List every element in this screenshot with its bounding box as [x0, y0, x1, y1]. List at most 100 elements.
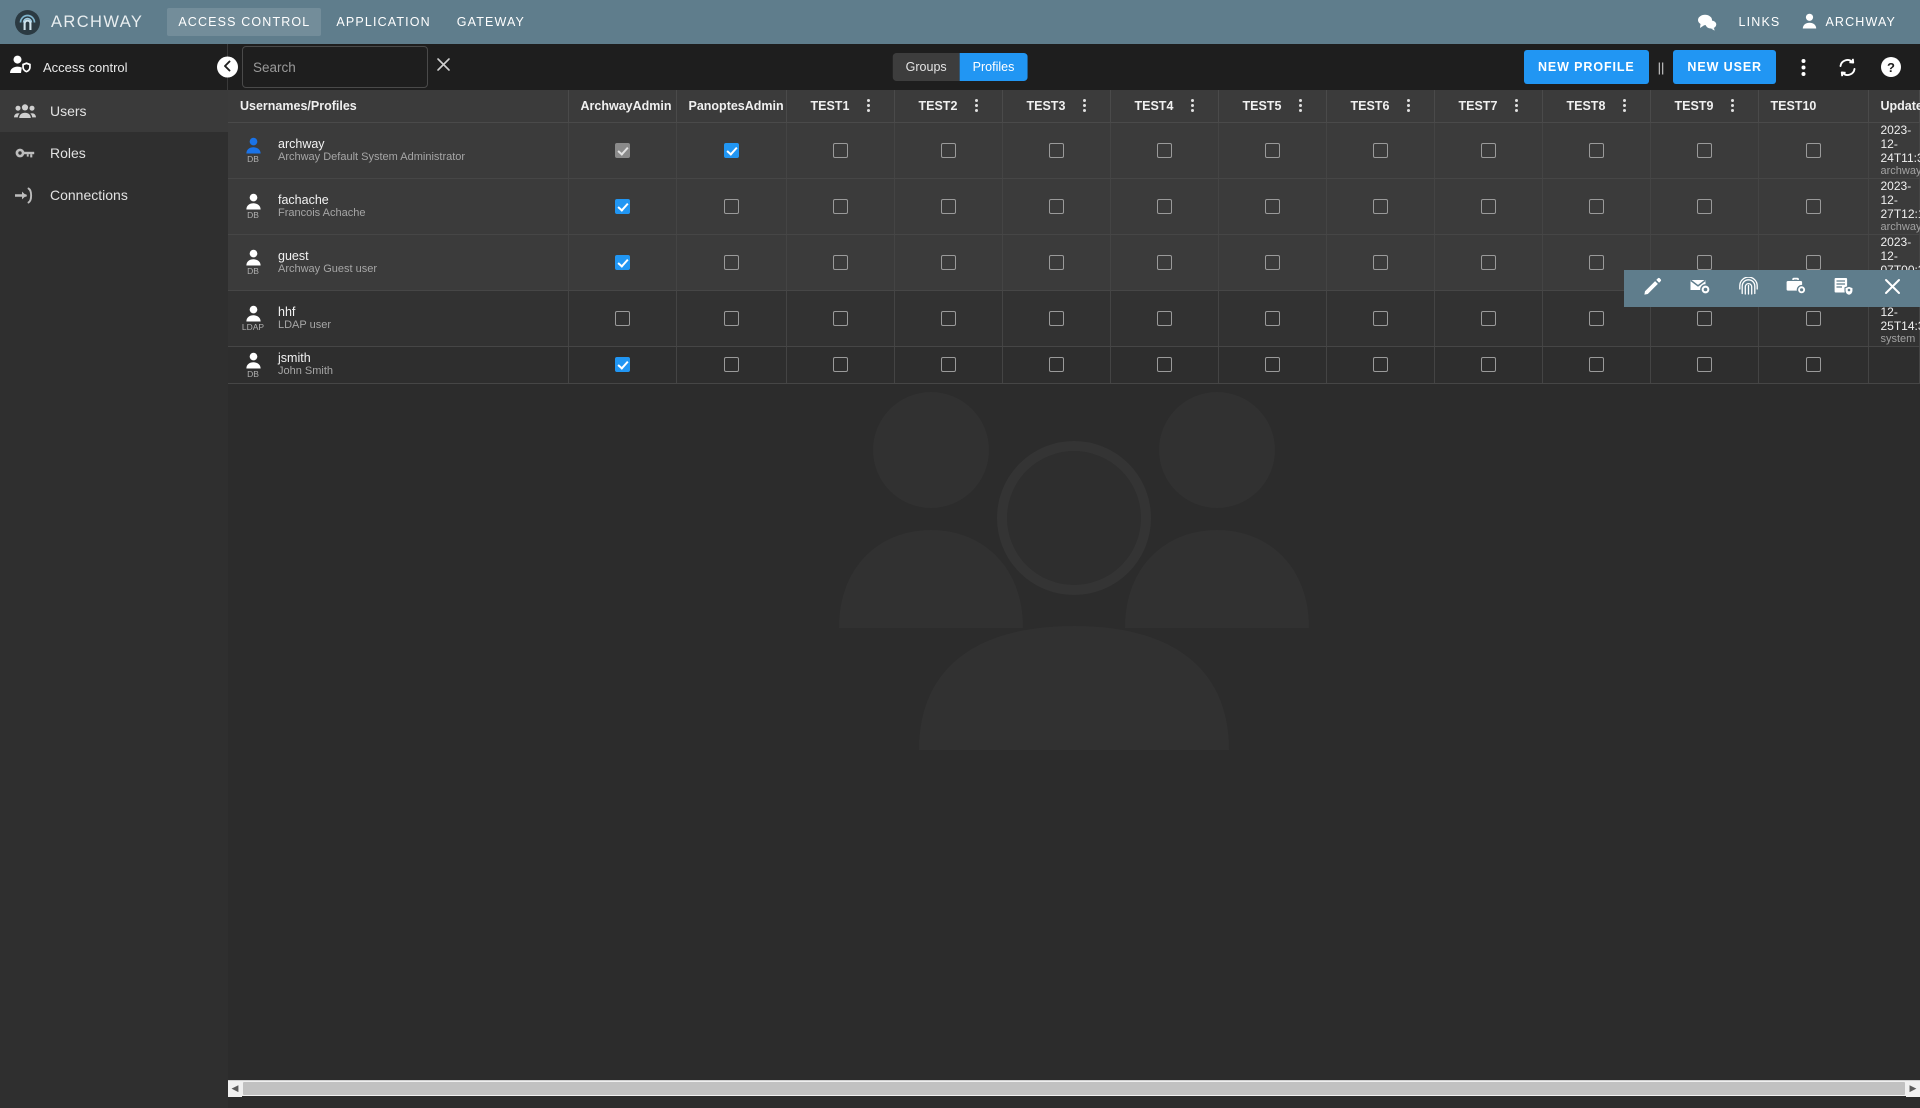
checkbox[interactable] — [1372, 254, 1388, 270]
column-header-test6[interactable]: TEST6 — [1326, 90, 1435, 123]
column-menu-icon[interactable] — [971, 95, 982, 116]
search-box[interactable] — [242, 46, 450, 88]
cell-panoptesadmin[interactable] — [676, 346, 787, 384]
scroll-right-arrow-icon[interactable]: ▶ — [1906, 1080, 1920, 1097]
column-header-test9[interactable]: TEST9 — [1650, 90, 1759, 123]
column-menu-icon[interactable] — [863, 95, 874, 116]
sidebar-item-users[interactable]: Users — [0, 90, 228, 132]
user-menu[interactable]: ARCHWAY — [1802, 13, 1896, 32]
checkbox[interactable] — [940, 198, 956, 214]
checkbox[interactable] — [1805, 310, 1821, 326]
column-header-test3[interactable]: TEST3 — [1002, 90, 1111, 123]
cell-test4[interactable] — [1110, 346, 1219, 384]
checkbox[interactable] — [1048, 142, 1064, 158]
cell-test8[interactable] — [1542, 346, 1651, 384]
scrollbar-thumb[interactable] — [243, 1082, 1905, 1095]
checkbox[interactable] — [1156, 142, 1172, 158]
new-user-button[interactable]: NEW USER — [1673, 50, 1776, 84]
cell-panoptesadmin[interactable] — [676, 122, 787, 179]
column-header-panoptesadmin[interactable]: PanoptesAdmin — [676, 90, 787, 123]
checkbox[interactable] — [940, 310, 956, 326]
cell-test2[interactable] — [894, 122, 1003, 179]
column-header-test1[interactable]: TEST1 — [786, 90, 895, 123]
checkbox[interactable] — [723, 310, 739, 326]
cell-test6[interactable] — [1326, 234, 1435, 291]
cell-test3[interactable] — [1002, 122, 1111, 179]
nav-tab-gateway[interactable]: GATEWAY — [446, 8, 536, 36]
checkbox[interactable] — [1372, 142, 1388, 158]
nav-tab-access-control[interactable]: ACCESS CONTROL — [167, 8, 322, 36]
checkbox[interactable] — [1480, 142, 1496, 158]
column-menu-icon[interactable] — [1511, 95, 1522, 116]
checkbox[interactable] — [1588, 310, 1604, 326]
cell-test2[interactable] — [894, 234, 1003, 291]
checkbox[interactable] — [1480, 198, 1496, 214]
edit-user-action[interactable] — [1628, 270, 1676, 307]
checkbox[interactable] — [1048, 254, 1064, 270]
column-header-updated[interactable]: Updated — [1868, 90, 1920, 123]
cell-test9[interactable] — [1650, 346, 1759, 384]
permissions-action[interactable] — [1820, 270, 1868, 307]
checkbox[interactable] — [1156, 254, 1172, 270]
cell-test6[interactable] — [1326, 346, 1435, 384]
brand[interactable]: ARCHWAY — [14, 9, 143, 36]
search-input[interactable] — [253, 59, 430, 75]
cell-panoptesadmin[interactable] — [676, 290, 787, 347]
close-actions[interactable] — [1868, 270, 1916, 307]
checkbox[interactable] — [832, 254, 848, 270]
checkbox[interactable] — [1264, 310, 1280, 326]
checkbox[interactable] — [1696, 254, 1712, 270]
cell-test4[interactable] — [1110, 178, 1219, 235]
cell-archwayadmin[interactable] — [568, 290, 677, 347]
cell-test10[interactable] — [1758, 346, 1869, 384]
checkbox[interactable] — [614, 198, 630, 214]
new-profile-button[interactable]: NEW PROFILE — [1523, 50, 1649, 84]
cell-panoptesadmin[interactable] — [676, 178, 787, 235]
checkbox[interactable] — [1588, 142, 1604, 158]
checkbox[interactable] — [940, 357, 956, 372]
cell-test9[interactable] — [1650, 122, 1759, 179]
cell-test4[interactable] — [1110, 290, 1219, 347]
checkbox[interactable] — [723, 198, 739, 214]
cell-test7[interactable] — [1434, 122, 1543, 179]
cell-test2[interactable] — [894, 290, 1003, 347]
cell-test1[interactable] — [786, 346, 895, 384]
cell-test6[interactable] — [1326, 178, 1435, 235]
checkbox[interactable] — [614, 310, 630, 326]
column-menu-icon[interactable] — [1403, 95, 1414, 116]
links-menu[interactable]: LINKS — [1739, 15, 1781, 29]
work-settings-action[interactable] — [1772, 270, 1820, 307]
segment-profiles[interactable]: Profiles — [959, 53, 1028, 81]
cell-archwayadmin[interactable] — [568, 178, 677, 235]
checkbox[interactable] — [1696, 357, 1712, 372]
checkbox[interactable] — [723, 357, 739, 372]
table-row[interactable]: DB fachache Francois Achache 2023-12-27T… — [228, 178, 1920, 235]
column-header-test2[interactable]: TEST2 — [894, 90, 1003, 123]
checkbox[interactable] — [1480, 357, 1496, 372]
sidebar-item-roles[interactable]: Roles — [0, 132, 228, 174]
cell-test5[interactable] — [1218, 122, 1327, 179]
checkbox[interactable] — [1480, 254, 1496, 270]
cell-test2[interactable] — [894, 178, 1003, 235]
cell-test3[interactable] — [1002, 234, 1111, 291]
checkbox[interactable] — [1264, 357, 1280, 372]
sidebar-collapse-button[interactable] — [217, 56, 238, 78]
checkbox[interactable] — [940, 254, 956, 270]
cell-test7[interactable] — [1434, 290, 1543, 347]
cell-test1[interactable] — [786, 122, 895, 179]
cell-test10[interactable] — [1758, 122, 1869, 179]
column-header-test5[interactable]: TEST5 — [1218, 90, 1327, 123]
table-row[interactable]: DB jsmith John Smith — [228, 346, 1920, 384]
checkbox[interactable] — [832, 357, 848, 372]
checkbox[interactable] — [1805, 198, 1821, 214]
cell-test9[interactable] — [1650, 178, 1759, 235]
cell-test10[interactable] — [1758, 178, 1869, 235]
checkbox[interactable] — [1048, 310, 1064, 326]
chat-bubbles-icon[interactable] — [1697, 13, 1717, 31]
horizontal-scrollbar[interactable]: ◀ ▶ — [228, 1080, 1920, 1097]
column-menu-icon[interactable] — [1187, 95, 1198, 116]
checkbox[interactable] — [1264, 142, 1280, 158]
checkbox[interactable] — [1264, 198, 1280, 214]
nav-tab-application[interactable]: APPLICATION — [325, 8, 441, 36]
cell-archwayadmin[interactable] — [568, 346, 677, 384]
